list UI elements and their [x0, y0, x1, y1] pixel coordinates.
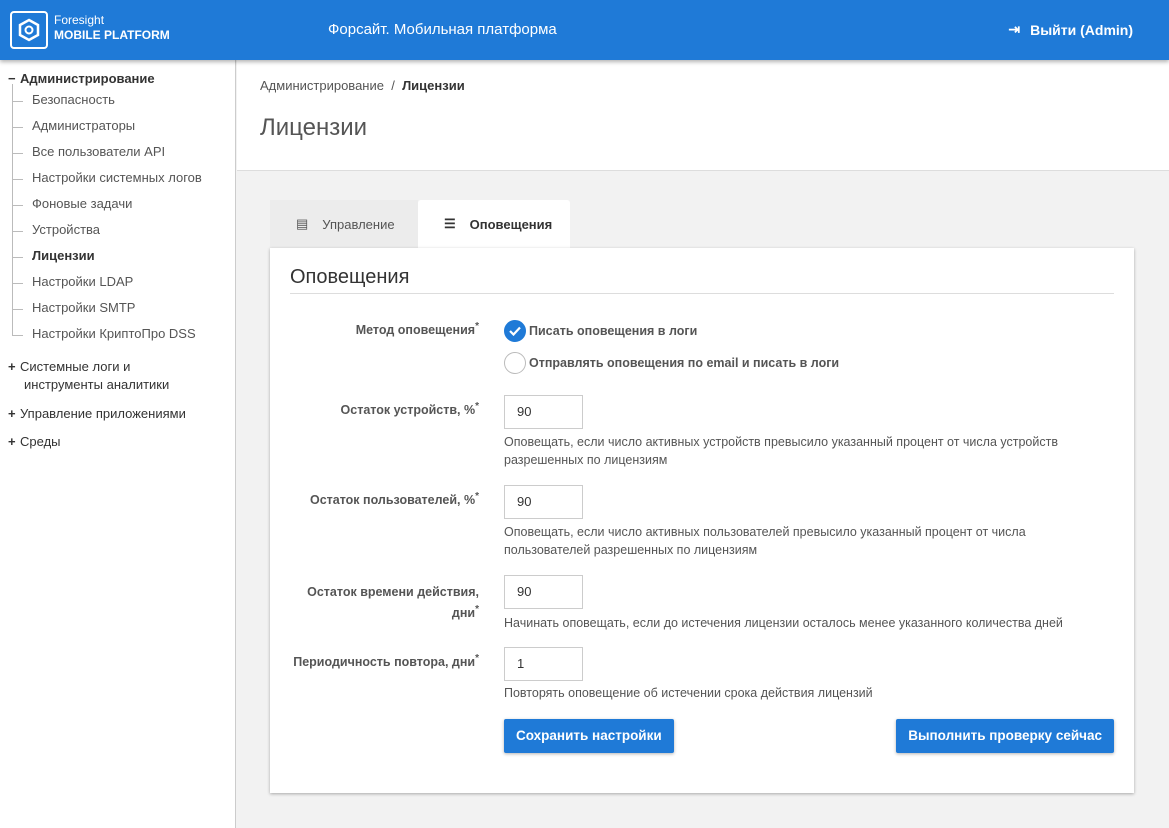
sidebar-item-licenses[interactable]: Лицензии [13, 248, 95, 266]
sidebar-group-admin[interactable]: − Администрирование [8, 70, 155, 88]
collapse-icon: − [8, 71, 16, 86]
radio-circle [504, 352, 526, 374]
users-input[interactable]: 90 [504, 485, 583, 519]
save-button[interactable]: Сохранить настройки [504, 719, 674, 753]
check-now-button[interactable]: Выполнить проверку сейчас [896, 719, 1114, 753]
logout-label: Выйти (Admin) [1030, 21, 1133, 38]
repeat-input[interactable]: 1 [504, 647, 583, 681]
devices-hint: Оповещать, если число активных устройств… [504, 435, 1058, 467]
tab-label: Оповещения [469, 216, 553, 232]
expand-icon: + [8, 359, 16, 374]
logout-icon: ⇥ [1008, 21, 1021, 37]
time-hint: Начинать оповещать, если до истечения ли… [504, 616, 1063, 630]
sidebar-group-environments[interactable]: + Среды [8, 433, 61, 451]
page-title: Лицензии [260, 114, 368, 141]
repeat-hint: Повторять оповещение об истечении срока … [504, 686, 873, 700]
tab-notifications[interactable]: ☰ Оповещения [418, 200, 570, 248]
group-label: Управление приложениями [20, 406, 186, 421]
logout-button[interactable]: ⇥ Выйти (Admin) [1008, 21, 1133, 38]
tab-management[interactable]: ▤ Управление [270, 200, 418, 248]
breadcrumb-current: Лицензии [402, 78, 465, 93]
sidebar-group-logs[interactable]: + Системные логи и инструменты аналитики [8, 358, 169, 394]
top-bar: Foresight MOBILE PLATFORM Форсайт. Мобил… [0, 0, 1169, 60]
breadcrumb: Администрирование / Лицензии [260, 78, 465, 93]
group-label: Администрирование [20, 71, 155, 86]
radio-label: Писать оповещения в логи [529, 324, 698, 338]
app-title: Форсайт. Мобильная платформа [328, 21, 557, 38]
sidebar-item-admins[interactable]: Администраторы [13, 118, 135, 136]
radio-label: Отправлять оповещения по email и писать … [529, 356, 840, 370]
devices-label: Остаток устройств, %* [340, 401, 479, 418]
notifications-panel: Оповещения Метод оповещения* Писать опов… [270, 248, 1134, 793]
breadcrumb-parent[interactable]: Администрирование [260, 78, 384, 93]
sidebar-item-ldap[interactable]: Настройки LDAP [13, 274, 133, 292]
sidebar-item-devices[interactable]: Устройства [13, 222, 100, 240]
time-label: Остаток времени действия, дни* [307, 585, 479, 621]
expand-icon: + [8, 406, 16, 421]
time-input[interactable]: 90 [504, 575, 583, 609]
admin-tree: Безопасность Администраторы Все пользова… [12, 84, 202, 341]
users-hint: Оповещать, если число активных пользоват… [504, 525, 1026, 557]
devices-input[interactable]: 90 [504, 395, 583, 429]
radio-log-only[interactable]: Писать оповещения в логи [504, 320, 697, 342]
sidebar-item-api-users[interactable]: Все пользователи API [13, 144, 165, 162]
sidebar-item-cryptopro[interactable]: Настройки КриптоПро DSS [13, 326, 196, 344]
expand-icon: + [8, 434, 16, 449]
sidebar: − Администрирование Безопасность Админист… [0, 60, 236, 828]
page-header: Администрирование / Лицензии Лицензии [237, 60, 1169, 171]
method-label: Метод оповещения* [355, 321, 479, 338]
sidebar-item-security[interactable]: Безопасность [13, 92, 115, 110]
users-label: Остаток пользователей, %* [309, 491, 479, 508]
check-icon [504, 320, 526, 342]
group-label: инструменты аналитики [24, 377, 170, 392]
section-title: Оповещения [290, 266, 1114, 294]
sliders-icon: ☰ [444, 216, 456, 231]
brand-product: MOBILE PLATFORM [54, 28, 170, 42]
sidebar-item-log-settings[interactable]: Настройки системных логов [13, 170, 202, 188]
list-icon: ▤ [296, 216, 309, 231]
repeat-label: Периодичность повтора, дни* [293, 653, 479, 670]
sidebar-group-apps[interactable]: + Управление приложениями [8, 405, 186, 423]
sidebar-item-smtp[interactable]: Настройки SMTP [13, 300, 135, 318]
group-label: Среды [20, 434, 61, 449]
tab-label: Управление [322, 216, 395, 232]
logo-icon[interactable] [10, 11, 48, 49]
group-label: Системные логи и [20, 359, 131, 374]
brand-name: Foresight [54, 13, 105, 27]
radio-email-and-log[interactable]: Отправлять оповещения по email и писать … [504, 352, 839, 374]
breadcrumb-separator: / [391, 78, 395, 93]
sidebar-item-background-tasks[interactable]: Фоновые задачи [13, 196, 132, 214]
